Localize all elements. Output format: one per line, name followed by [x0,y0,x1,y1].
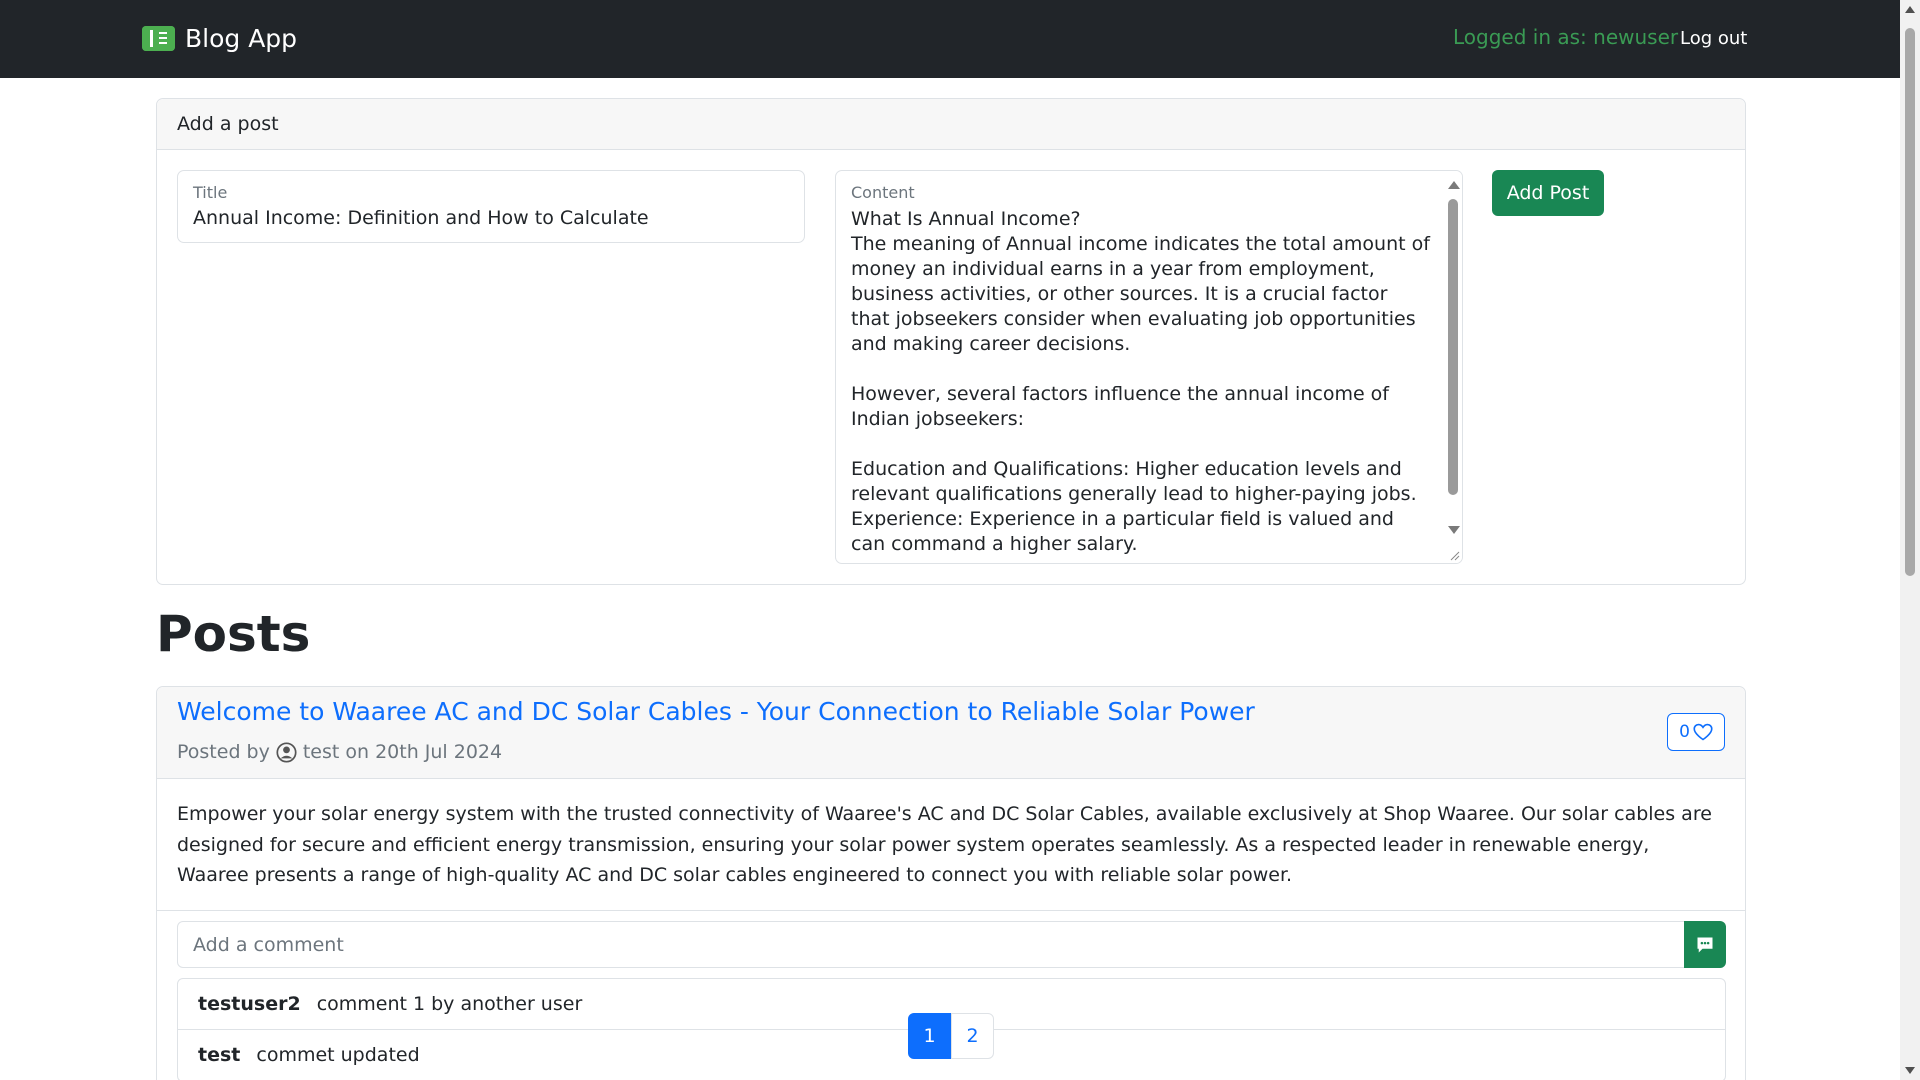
resize-grip-icon[interactable] [1448,549,1460,561]
post-meta: Posted by test on 20th Jul 2024 [177,741,502,763]
scroll-thumb[interactable] [1448,199,1458,495]
post-author: test [302,741,340,763]
content-label: Content [851,183,915,202]
comment-user: testuser2 [198,993,301,1015]
title-field[interactable]: Title Annual Income: Definition and How … [177,170,805,243]
like-count: 0 [1679,722,1690,742]
person-circle-icon [276,741,297,763]
page-scroll-down-icon[interactable] [1905,1067,1915,1074]
content-text[interactable]: What Is Annual Income? The meaning of An… [851,207,1431,557]
add-post-header: Add a post [157,99,1745,150]
journal-icon [142,26,175,51]
scroll-up-arrow-icon[interactable] [1448,181,1460,189]
brand-link[interactable]: Blog App [142,24,297,53]
scroll-down-arrow-icon[interactable] [1448,526,1460,534]
posted-by-label: Posted by [177,741,270,763]
content-textarea[interactable]: Content What Is Annual Income? The meani… [835,170,1463,564]
send-comment-button[interactable] [1684,921,1726,968]
page-scrollbar[interactable] [1900,0,1920,1080]
logged-in-status: Logged in as: newuser [1453,25,1679,49]
navbar: Blog App Logged in as: newuser Log out [0,0,1900,78]
post-body: Empower your solar energy system with th… [157,779,1745,911]
chat-dots-icon [1697,937,1713,952]
add-post-button[interactable]: Add Post [1492,170,1604,216]
comment-text: comment 1 by another user [316,993,583,1015]
like-button[interactable]: 0 [1667,713,1725,751]
page-2-button[interactable]: 2 [951,1013,994,1059]
content-scrollbar[interactable] [1444,171,1462,563]
brand-name: Blog App [185,24,298,53]
page-1-button[interactable]: 1 [908,1013,951,1059]
post-header: Welcome to Waaree AC and DC Solar Cables… [157,687,1745,779]
post-date: on 20th Jul 2024 [345,741,503,763]
logout-link[interactable]: Log out [1680,28,1747,49]
post-title-link[interactable]: Welcome to Waaree AC and DC Solar Cables… [177,697,1255,726]
add-post-card: Add a post Title Annual Income: Definiti… [156,98,1746,585]
title-input[interactable]: Annual Income: Definition and How to Cal… [193,207,649,229]
comment-user: test [198,1044,241,1066]
posts-heading: Posts [156,605,311,663]
pagination: 1 2 [908,1013,994,1059]
title-label: Title [193,183,228,202]
comment-text: commet updated [256,1044,420,1066]
page-scroll-up-icon[interactable] [1905,6,1915,13]
comment-input[interactable]: Add a comment [177,921,1687,968]
heart-icon [1693,723,1713,741]
page-scroll-thumb[interactable] [1905,28,1915,576]
